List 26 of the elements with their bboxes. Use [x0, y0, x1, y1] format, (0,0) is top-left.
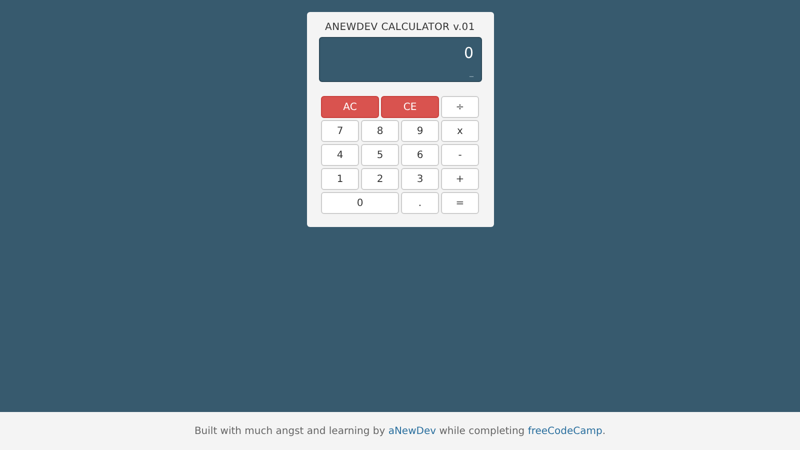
clear-key[interactable]: AC [321, 96, 379, 118]
footer-link[interactable]: freeCodeCamp [528, 426, 602, 436]
calculator-key[interactable]: 2 [361, 168, 399, 190]
calculator-key[interactable]: 5 [361, 144, 399, 166]
footer-text: while completing [438, 426, 526, 436]
calculator-key[interactable]: 4 [321, 144, 359, 166]
calculator-key[interactable]: 1 [321, 168, 359, 190]
calculator-key[interactable]: = [441, 192, 479, 214]
footer-text: . [602, 426, 606, 436]
calculator-key[interactable]: - [441, 144, 479, 166]
calculator-key[interactable]: ÷ [441, 96, 479, 118]
footer-link[interactable]: aNewDev [388, 426, 436, 436]
clear-key[interactable]: CE [381, 96, 439, 118]
calculator-key[interactable]: x [441, 120, 479, 142]
calculator-key[interactable]: 7 [321, 120, 359, 142]
calculator-key[interactable]: . [401, 192, 439, 214]
calculator-title: ANEWDEV CALCULATOR v.01 [324, 22, 476, 33]
calculator-key[interactable]: 3 [401, 168, 439, 190]
display-value: 0 [464, 44, 474, 62]
calculator-key[interactable]: 9 [401, 120, 439, 142]
calculator-key[interactable]: 6 [401, 144, 439, 166]
calculator-key[interactable]: 8 [361, 120, 399, 142]
display-history: _ [470, 68, 474, 78]
calculator-key[interactable]: + [441, 168, 479, 190]
calculator-key[interactable]: 0 [321, 192, 399, 214]
footer-text: Built with much angst and learning by [194, 426, 386, 436]
